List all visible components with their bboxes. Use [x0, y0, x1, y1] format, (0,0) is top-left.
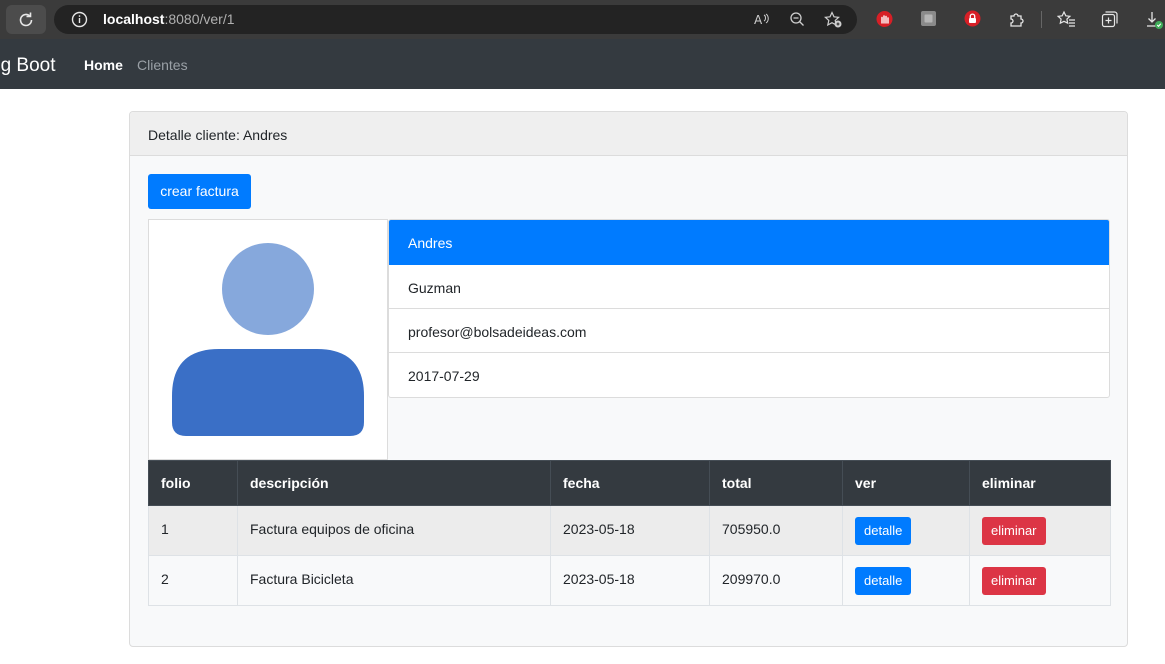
navbar-brand[interactable]: ng Boot: [0, 55, 56, 77]
password-extension-icon[interactable]: [964, 10, 981, 27]
site-info-icon[interactable]: [71, 11, 88, 28]
url-text[interactable]: localhost:8080/ver/1: [103, 11, 235, 28]
header-eliminar: eliminar: [969, 460, 1111, 506]
read-aloud-icon[interactable]: A: [753, 11, 771, 28]
nav-home-link[interactable]: Home: [84, 57, 123, 74]
zoom-out-icon[interactable]: [789, 11, 806, 28]
table-row: 1 Factura equipos de oficina 2023-05-18 …: [148, 505, 1111, 556]
client-name-item: Andres: [389, 220, 1109, 265]
client-surname-item: Guzman: [389, 265, 1109, 309]
url-host: localhost: [103, 11, 165, 27]
client-email: profesor@bolsadeideas.com: [408, 324, 587, 340]
favorites-icon[interactable]: [1057, 10, 1076, 28]
client-created-date: 2017-07-29: [408, 368, 480, 384]
header-fecha: fecha: [550, 460, 710, 506]
address-bar[interactable]: localhost:8080/ver/1 A: [54, 5, 857, 34]
header-total: total: [709, 460, 843, 506]
cell-total: 705950.0: [709, 505, 843, 556]
cell-ver: detalle: [842, 555, 970, 606]
reload-icon: [19, 12, 33, 27]
table-row: 2 Factura Bicicleta 2023-05-18 209970.0 …: [148, 555, 1111, 606]
extension-icon[interactable]: [920, 10, 937, 27]
cell-eliminar: eliminar: [969, 555, 1111, 606]
client-surname: Guzman: [408, 280, 461, 296]
cell-fecha: 2023-05-18: [550, 505, 710, 556]
client-date-item: 2017-07-29: [389, 353, 1109, 397]
header-ver: ver: [842, 460, 970, 506]
client-detail-card: Detalle cliente: Andres crear factura An…: [129, 111, 1128, 647]
client-photo: [148, 219, 388, 460]
header-folio: folio: [148, 460, 238, 506]
cell-fecha: 2023-05-18: [550, 555, 710, 606]
adblock-extension-icon[interactable]: [876, 10, 893, 28]
detail-button[interactable]: detalle: [855, 516, 912, 545]
create-invoice-button[interactable]: crear factura: [148, 174, 251, 209]
navbar: ng Boot Home Clientes: [0, 39, 1165, 89]
toolbar-divider: [1041, 11, 1042, 28]
detail-button[interactable]: detalle: [855, 566, 912, 595]
invoices-table-wrapper: folio descripción fecha total ver elimin…: [148, 460, 1111, 606]
card-header: Detalle cliente: Andres: [130, 112, 1127, 156]
delete-button[interactable]: eliminar: [982, 566, 1046, 595]
cell-descripcion: Factura equipos de oficina: [237, 505, 551, 556]
extensions-puzzle-icon[interactable]: [1008, 10, 1026, 28]
cell-folio: 1: [148, 505, 238, 556]
client-name: Andres: [408, 235, 453, 251]
delete-button[interactable]: eliminar: [982, 516, 1046, 545]
reload-button[interactable]: [6, 5, 46, 34]
browser-toolbar: localhost:8080/ver/1 A: [0, 0, 1165, 39]
add-favorite-icon[interactable]: [824, 11, 843, 29]
invoices-table: folio descripción fecha total ver elimin…: [148, 460, 1111, 606]
user-avatar-icon: [172, 243, 364, 436]
nav-clientes-link[interactable]: Clientes: [137, 57, 188, 74]
client-info-list: Andres Guzman profesor@bolsadeideas.com …: [388, 219, 1110, 398]
svg-text:A: A: [754, 13, 763, 27]
cell-folio: 2: [148, 555, 238, 606]
url-path: :8080/ver/1: [164, 11, 235, 27]
card-title: Detalle cliente: Andres: [148, 127, 288, 143]
header-descripcion: descripción: [237, 460, 551, 506]
cell-ver: detalle: [842, 505, 970, 556]
cell-descripcion: Factura Bicicleta: [237, 555, 551, 606]
downloads-icon[interactable]: [1146, 10, 1165, 30]
client-email-item: profesor@bolsadeideas.com: [389, 309, 1109, 353]
cell-total: 209970.0: [709, 555, 843, 606]
cell-eliminar: eliminar: [969, 505, 1111, 556]
collections-icon[interactable]: [1101, 10, 1119, 28]
table-header-row: folio descripción fecha total ver elimin…: [148, 460, 1111, 506]
